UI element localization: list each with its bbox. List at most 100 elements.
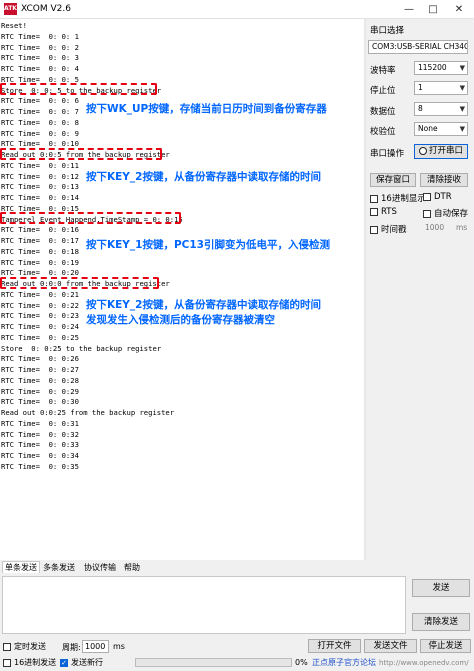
send-tabs: 单条发送 多条发送 协议传输 帮助 bbox=[0, 561, 474, 575]
log-line: RTC Time= 0: 0:33 bbox=[1, 440, 79, 450]
log-line: RTC Time= 0: 0:32 bbox=[1, 429, 79, 439]
tab-protocol[interactable]: 协议传输 bbox=[84, 562, 116, 573]
send-progress-bar bbox=[135, 658, 292, 667]
checkbox-icon bbox=[370, 207, 378, 216]
log-line: Store 0: 0:25 to the backup register bbox=[1, 343, 162, 353]
log-line: RTC Time= 0: 0:10 bbox=[1, 139, 79, 149]
settings-panel: 串口选择 COM3:USB-SERIAL CH34C 波特率 115200 ▼ 停… bbox=[368, 19, 474, 560]
save-window-button[interactable]: 保存窗口 bbox=[370, 173, 416, 187]
clear-send-button[interactable]: 清除发送 bbox=[412, 613, 470, 631]
log-line: RTC Time= 0: 0:34 bbox=[1, 451, 79, 460]
log-scrollbar[interactable] bbox=[364, 19, 366, 560]
stopbits-label: 停止位 bbox=[370, 86, 396, 96]
log-line: RTC Time= 0: 0: 1 bbox=[1, 31, 79, 41]
close-icon[interactable]: ✕ bbox=[448, 2, 470, 17]
hex-send-checkbox[interactable]: 16进制发送 bbox=[3, 657, 56, 668]
timed-send-checkbox[interactable]: 定时发送 bbox=[3, 641, 46, 652]
log-line: RTC Time= 0: 0: 2 bbox=[1, 42, 79, 52]
log-line: RTC Time= 0: 0:26 bbox=[1, 354, 79, 364]
timestamp-checkbox[interactable]: 时间戳 bbox=[370, 223, 407, 235]
tab-multi-send[interactable]: 多条发送 bbox=[43, 562, 75, 573]
hex-display-checkbox[interactable]: 16进制显示 bbox=[370, 192, 426, 204]
open-port-label: 打开串口 bbox=[428, 146, 463, 156]
dtr-label: DTR bbox=[434, 192, 452, 202]
send-button[interactable]: 发送 bbox=[412, 579, 470, 597]
log-line: RTC Time= 0: 0: 7 bbox=[1, 107, 79, 116]
title-bar: ATK XCOM V2.6 — □ ✕ bbox=[0, 0, 474, 19]
chevron-down-icon: ▼ bbox=[459, 105, 465, 113]
send-newline-label: 发送新行 bbox=[71, 658, 103, 667]
period-unit: ms bbox=[113, 642, 125, 651]
send-file-button[interactable]: 发送文件 bbox=[364, 639, 417, 653]
checkbox-icon bbox=[3, 642, 11, 651]
log-line: RTC Time= 0: 0:24 bbox=[1, 322, 79, 331]
log-line: RTC Time= 0: 0:20 bbox=[1, 268, 79, 278]
log-line: RTC Time= 0: 0:29 bbox=[1, 386, 79, 396]
period-label: 周期: bbox=[62, 643, 81, 652]
timestamp-value[interactable]: 1000 bbox=[425, 223, 444, 232]
checkmark-icon: ✓ bbox=[60, 658, 68, 667]
timestamp-label: 时间戳 bbox=[381, 225, 407, 235]
log-line: Read out 0:0:25 from the backup register bbox=[1, 408, 175, 417]
baud-select[interactable]: 115200 ▼ bbox=[414, 61, 468, 75]
log-line: RTC Time= 0: 0:31 bbox=[1, 418, 79, 428]
highlight-box-readout-1 bbox=[0, 148, 162, 160]
annotation-key1-tamper: 按下KEY_1按键，PC13引脚变为低电平，入侵检测 bbox=[86, 239, 330, 251]
log-line: RTC Time= 0: 0: 3 bbox=[1, 53, 79, 63]
log-line: RTC Time= 0: 0:23 bbox=[1, 311, 79, 321]
autosave-label: 自动保存 bbox=[434, 209, 469, 219]
log-line: RTC Time= 0: 0:25 bbox=[1, 332, 79, 342]
hex-display-label: 16进制显示 bbox=[381, 194, 426, 204]
log-line: RTC Time= 0: 0:14 bbox=[1, 193, 79, 202]
open-port-button[interactable]: 打开串口 bbox=[414, 144, 468, 159]
rts-label: RTS bbox=[381, 207, 397, 217]
open-file-button[interactable]: 打开文件 bbox=[308, 639, 361, 653]
period-input[interactable]: 1000 bbox=[82, 640, 109, 653]
watermark: 正点原子官方论坛 http://www.openedv.com/ bbox=[312, 657, 469, 668]
checkbox-icon bbox=[423, 192, 431, 201]
checkbox-icon bbox=[370, 194, 378, 203]
highlight-box-store bbox=[0, 83, 157, 95]
maximize-icon[interactable]: □ bbox=[422, 2, 444, 17]
chevron-down-icon: ▼ bbox=[459, 125, 465, 133]
autosave-checkbox[interactable]: 自动保存 bbox=[423, 207, 468, 219]
baud-value: 115200 bbox=[418, 63, 447, 72]
log-line: RTC Time= 0: 0:19 bbox=[1, 257, 79, 267]
databits-select[interactable]: 8 ▼ bbox=[414, 102, 468, 116]
send-input[interactable] bbox=[2, 576, 406, 634]
tab-help[interactable]: 帮助 bbox=[124, 562, 140, 573]
clear-receive-button[interactable]: 清除接收 bbox=[420, 173, 468, 187]
annotation-backup-cleared: 发现发生入侵检测后的备份寄存器被清空 bbox=[86, 314, 275, 326]
log-line: RTC Time= 0: 0: 6 bbox=[1, 96, 79, 106]
log-line: Reset! bbox=[1, 21, 27, 30]
app-logo-icon: ATK bbox=[4, 3, 17, 15]
watermark-text: 正点原子官方论坛 bbox=[312, 658, 376, 667]
checkbox-icon bbox=[423, 209, 431, 218]
chevron-down-icon: ▼ bbox=[459, 64, 465, 72]
port-select-label: 串口选择 bbox=[370, 26, 405, 36]
log-line: RTC Time= 0: 0:13 bbox=[1, 182, 79, 192]
port-select[interactable]: COM3:USB-SERIAL CH34C bbox=[368, 40, 468, 54]
parity-select[interactable]: None ▼ bbox=[414, 122, 468, 136]
rts-checkbox[interactable]: RTS bbox=[370, 207, 397, 217]
send-newline-checkbox[interactable]: ✓ 发送新行 bbox=[60, 657, 103, 668]
tab-single-send[interactable]: 单条发送 bbox=[2, 561, 40, 573]
log-line: RTC Time= 0: 0: 4 bbox=[1, 64, 79, 73]
stop-send-button[interactable]: 停止发送 bbox=[420, 639, 471, 653]
dtr-checkbox[interactable]: DTR bbox=[423, 192, 452, 202]
checkbox-icon bbox=[370, 225, 378, 234]
chevron-down-icon: ▼ bbox=[459, 84, 465, 92]
annotation-wkup: 按下WK_UP按键，存储当前日历时间到备份寄存器 bbox=[86, 103, 327, 115]
highlight-box-tamper bbox=[0, 212, 181, 224]
receive-log[interactable]: Reset! RTC Time= 0: 0: 1 RTC Time= 0: 0: 2… bbox=[0, 19, 365, 560]
annotation-key2-read: 按下KEY_2按键，从备份寄存器中读取存储的时间 bbox=[86, 171, 321, 183]
log-line: RTC Time= 0: 0:30 bbox=[1, 397, 79, 407]
log-line: RTC Time= 0: 0:22 bbox=[1, 300, 79, 310]
checkbox-icon bbox=[3, 658, 11, 667]
watermark-url: http://www.openedv.com/ bbox=[379, 659, 469, 667]
port-value: COM3:USB-SERIAL CH34C bbox=[372, 42, 468, 51]
minimize-icon[interactable]: — bbox=[398, 2, 420, 17]
log-line: RTC Time= 0: 0:21 bbox=[1, 289, 79, 299]
stopbits-select[interactable]: 1 ▼ bbox=[414, 81, 468, 95]
log-line: RTC Time= 0: 0:28 bbox=[1, 375, 79, 385]
